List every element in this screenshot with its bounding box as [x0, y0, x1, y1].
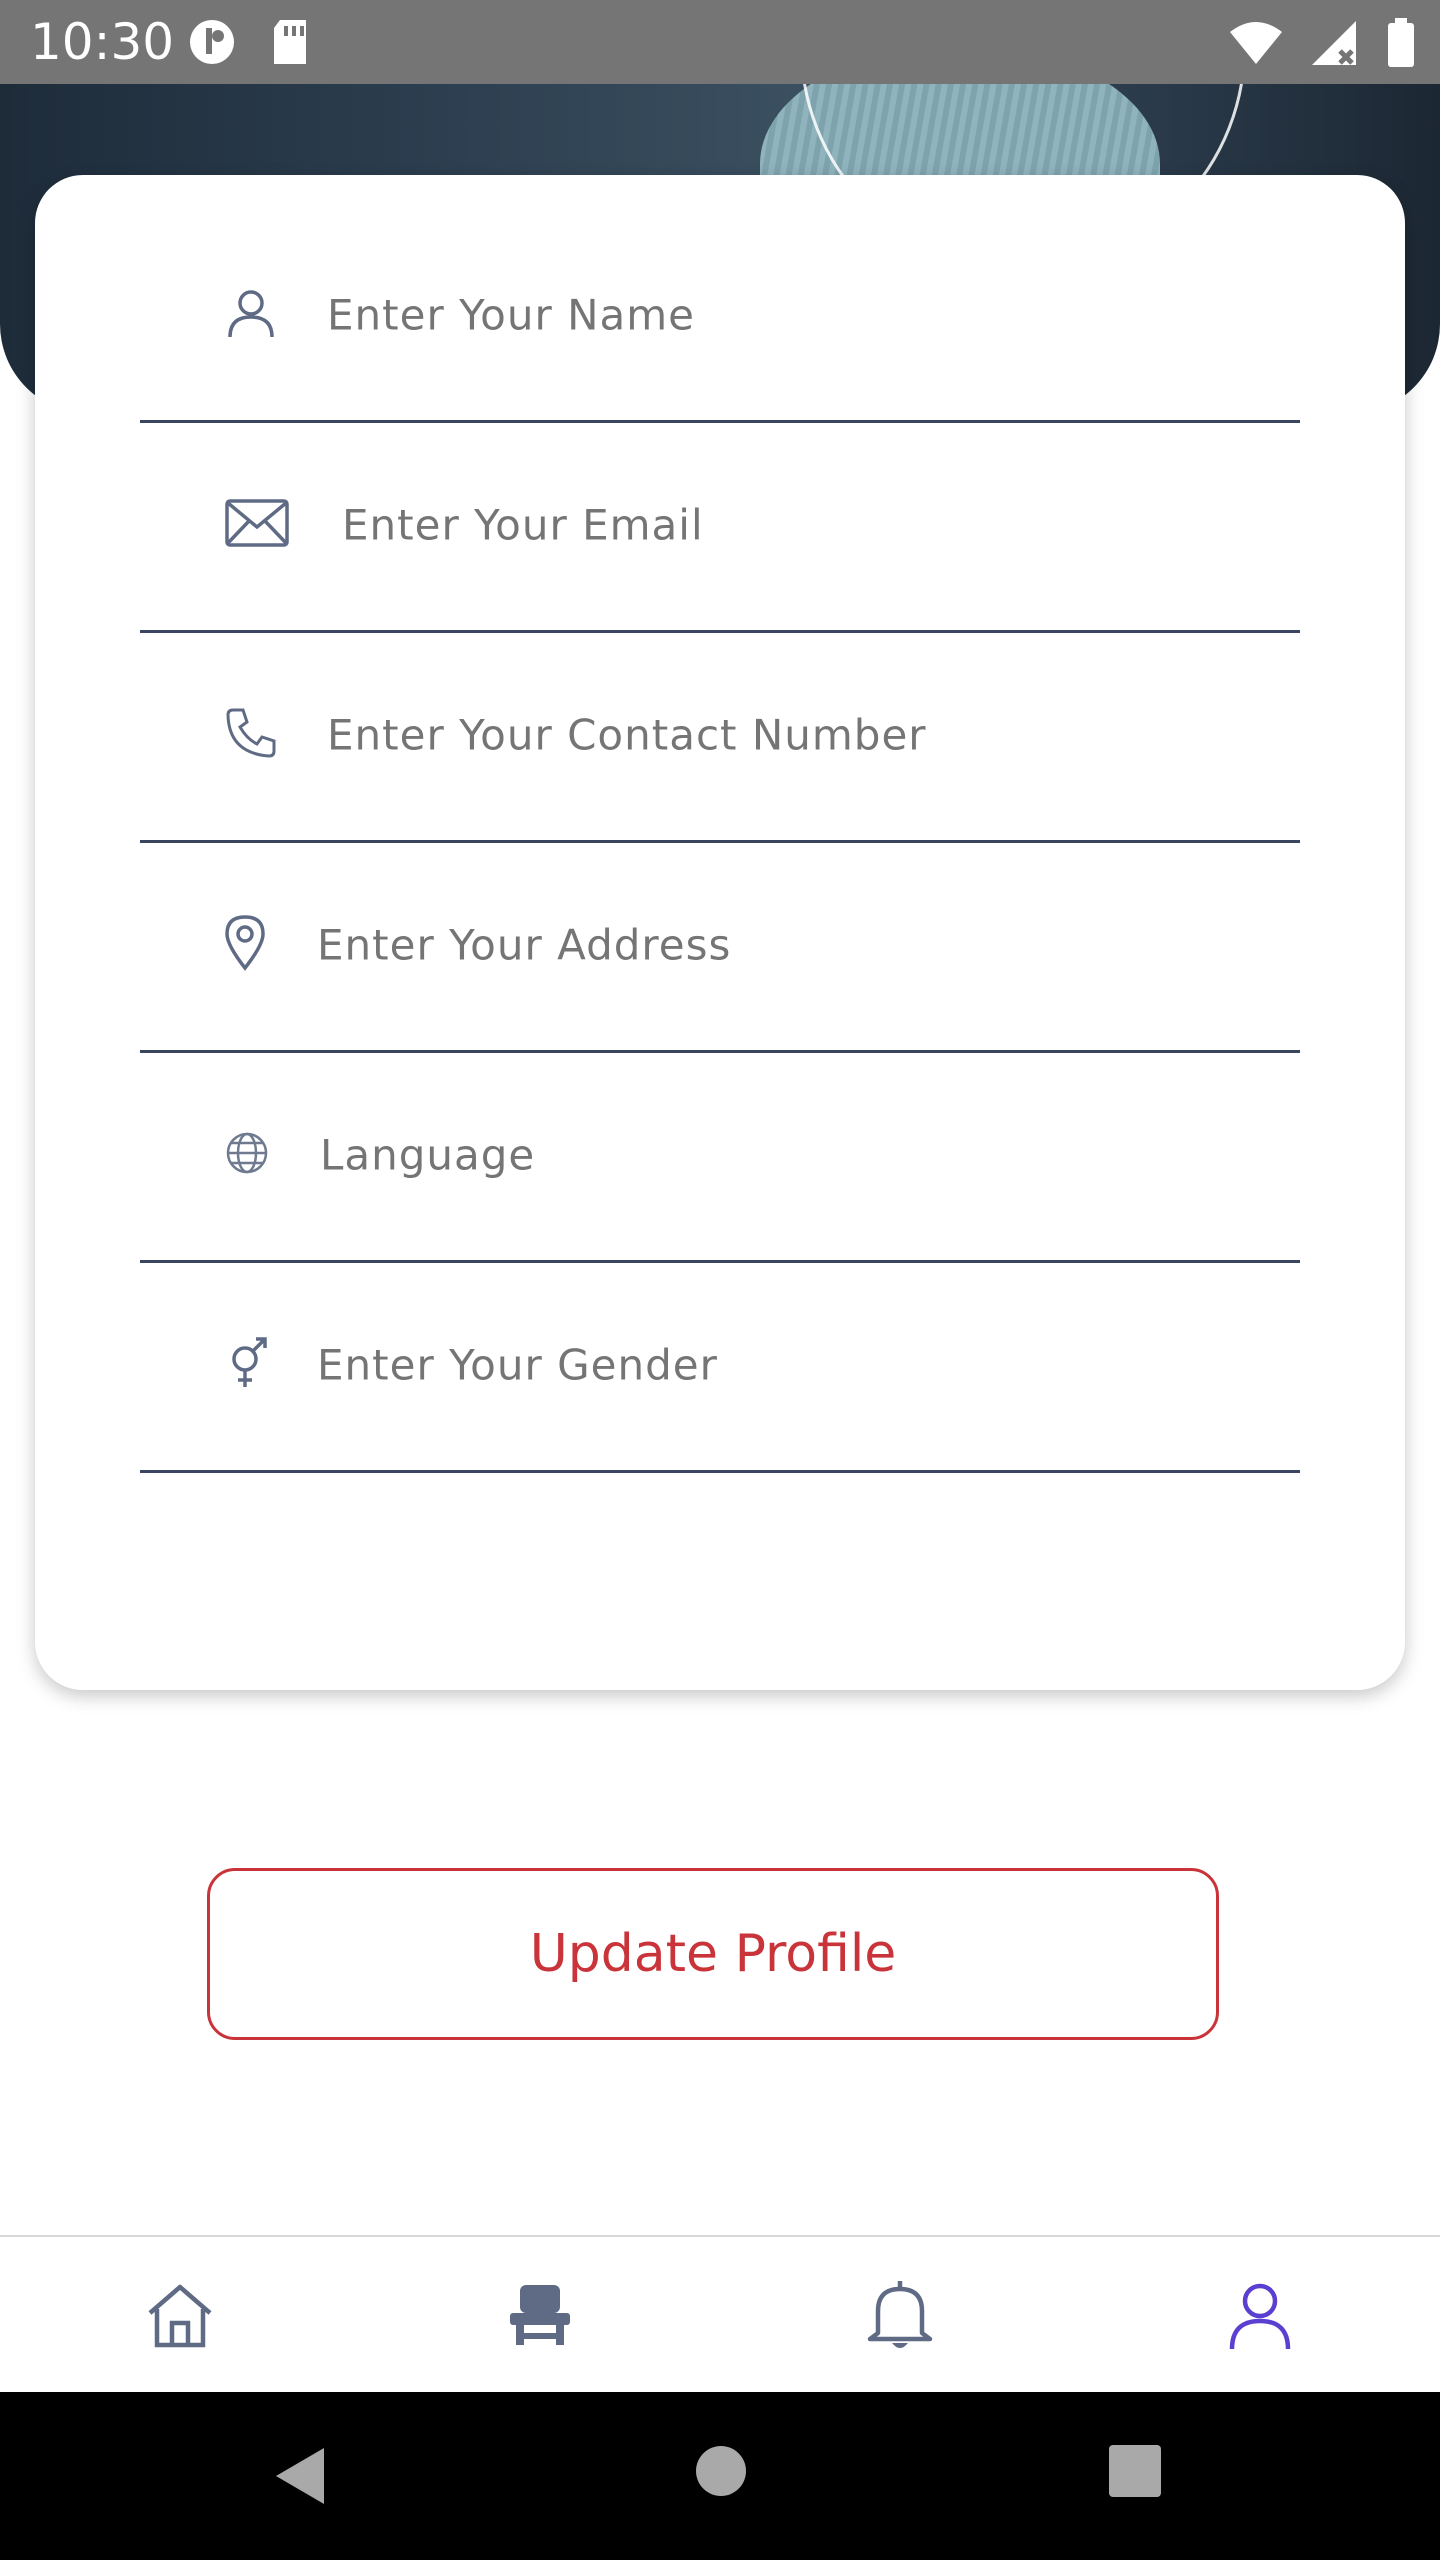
- wifi-icon: [1228, 20, 1284, 70]
- home-button-icon[interactable]: [694, 2444, 748, 2502]
- address-input[interactable]: [315, 919, 1219, 971]
- media-status-icon: [188, 18, 240, 70]
- status-time: 10:30: [30, 13, 175, 71]
- profile-form-card: [35, 175, 1405, 1690]
- globe-icon: [225, 1131, 269, 1179]
- envelope-icon: [225, 497, 289, 553]
- contact-field: [140, 630, 1300, 843]
- nav-home[interactable]: [140, 2277, 220, 2357]
- person-icon: [225, 287, 277, 343]
- bell-icon: [864, 2277, 936, 2357]
- email-field: [140, 420, 1300, 633]
- status-bar: 10:30: [0, 0, 1440, 84]
- gender-field: [140, 1260, 1300, 1473]
- sd-card-icon: [270, 18, 310, 70]
- gender-input[interactable]: [315, 1339, 1219, 1391]
- nav-notifications[interactable]: [860, 2277, 940, 2357]
- phone-icon: [225, 707, 277, 763]
- name-input[interactable]: [325, 289, 1229, 341]
- address-field: [140, 840, 1300, 1053]
- profile-icon: [1224, 2279, 1296, 2355]
- name-field: [140, 210, 1300, 423]
- gender-icon: [225, 1335, 269, 1395]
- recents-icon[interactable]: [1108, 2444, 1162, 2502]
- cell-signal-icon: [1310, 19, 1360, 71]
- language-field: [140, 1050, 1300, 1263]
- system-navigation-bar: [0, 2392, 1440, 2560]
- email-input[interactable]: [340, 499, 1244, 551]
- home-icon: [144, 2279, 216, 2355]
- back-icon[interactable]: [272, 2444, 328, 2512]
- nav-seat[interactable]: [500, 2277, 580, 2357]
- contact-input[interactable]: [325, 709, 1229, 761]
- location-pin-icon: [225, 915, 265, 975]
- bottom-navigation: [0, 2235, 1440, 2394]
- nav-profile[interactable]: [1220, 2277, 1300, 2357]
- update-profile-button[interactable]: Update Profile: [207, 1868, 1219, 2040]
- language-input[interactable]: [318, 1129, 1222, 1181]
- seat-icon: [504, 2279, 576, 2355]
- battery-icon: [1386, 18, 1416, 72]
